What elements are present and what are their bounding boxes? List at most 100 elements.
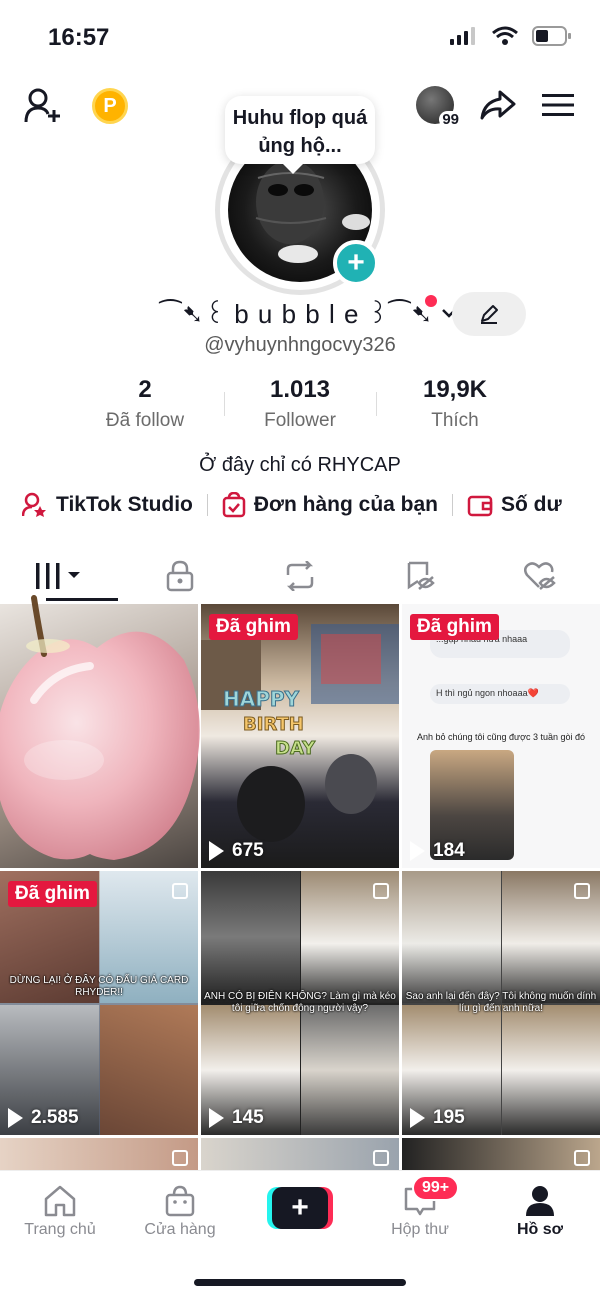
- nav-profile[interactable]: Hồ sơ: [485, 1181, 595, 1239]
- stat-label: Follower: [264, 410, 336, 431]
- view-count: 145: [209, 1107, 264, 1129]
- stat-label: Đã follow: [105, 410, 185, 431]
- nav-home[interactable]: Trang chủ: [5, 1181, 115, 1239]
- add-friend-icon[interactable]: [24, 88, 62, 124]
- video-caption: DỪNG LẠI! Ở ĐÂY CÓ ĐẤU GIÁ CARD RHYDER!!: [9, 975, 189, 998]
- view-count: 2.585: [8, 1107, 79, 1129]
- view-count: 184: [410, 840, 465, 862]
- stat-divider: [376, 392, 377, 416]
- nav-label: Cửa hàng: [144, 1221, 216, 1238]
- stat-value: 2: [138, 376, 152, 403]
- nav-label: Hộp thư: [391, 1221, 449, 1238]
- pinned-badge: Đã ghim: [209, 614, 298, 640]
- view-count: 195: [410, 1107, 465, 1129]
- note-bubble[interactable]: Huhu flop quá ủng hộ...: [225, 96, 375, 174]
- nav-shop[interactable]: Cửa hàng: [125, 1181, 235, 1239]
- stat-likes[interactable]: 19,9K Thích: [380, 376, 530, 432]
- video-still: [301, 1005, 399, 1135]
- stat-label: Thích: [431, 410, 479, 431]
- stat-divider: [224, 392, 225, 416]
- play-icon: [410, 841, 425, 861]
- multi-image-icon: [373, 883, 389, 899]
- share-icon[interactable]: [480, 90, 516, 120]
- home-indicator: [194, 1279, 406, 1286]
- view-count-value: 145: [232, 1107, 264, 1128]
- friends-avatar[interactable]: 99: [416, 86, 462, 128]
- menu-icon[interactable]: [542, 93, 574, 117]
- bookmark-hidden-icon: [407, 561, 435, 590]
- view-count-value: 675: [232, 840, 264, 861]
- divider: [206, 494, 208, 516]
- profile-stats: 2 Đã follow 1.013 Follower 19,9K Thích: [70, 376, 530, 432]
- video-caption: Sao anh lại đến đây? Tôi không muốn dính…: [405, 991, 597, 1014]
- studio-icon: [22, 492, 46, 517]
- video-thumbnail[interactable]: [0, 1138, 198, 1170]
- svg-text:DAY: DAY: [275, 738, 316, 759]
- svg-text:BIRTH: BIRTH: [243, 714, 304, 735]
- video-still: [100, 1005, 198, 1135]
- wifi-icon: [492, 26, 518, 45]
- video-thumbnail[interactable]: ANH CÓ BỊ ĐIÊN KHÔNG? Làm gì mà kéo tôi …: [201, 871, 399, 1135]
- shopping-bag-check-icon: [222, 492, 246, 518]
- tiktok-studio-link[interactable]: TikTok Studio: [22, 492, 193, 518]
- video-thumbnail[interactable]: HAPPY BIRTH DAY Đã ghim 675: [201, 604, 399, 868]
- video-still: [502, 1005, 600, 1135]
- tab-favorites[interactable]: [390, 552, 450, 600]
- stat-followers[interactable]: 1.013 Follower: [225, 376, 375, 432]
- video-caption: Anh bỏ chúng tôi cũng được 3 tuần gòi đó: [416, 732, 586, 742]
- view-count-value: 195: [433, 1107, 465, 1128]
- balance-link[interactable]: Số dư: [467, 493, 562, 517]
- link-label: TikTok Studio: [56, 493, 193, 516]
- pinned-badge: Đã ghim: [8, 881, 97, 907]
- stat-following[interactable]: 2 Đã follow: [70, 376, 220, 432]
- home-icon: [44, 1185, 76, 1217]
- bio: Ở đây chỉ có RHYCAP: [199, 454, 401, 476]
- svg-text:HAPPY: HAPPY: [223, 687, 300, 711]
- create-button[interactable]: +: [267, 1187, 333, 1229]
- multi-image-icon: [172, 883, 188, 899]
- divider: [452, 494, 453, 516]
- status-time: 16:57: [48, 24, 110, 51]
- video-thumbnail[interactable]: [201, 1138, 399, 1170]
- plus-icon: +: [272, 1187, 328, 1229]
- tab-reposts[interactable]: [270, 552, 330, 600]
- orders-link[interactable]: Đơn hàng của bạn: [222, 492, 438, 518]
- friends-count: 99: [439, 111, 462, 128]
- video-thumbnail[interactable]: Sao anh lại đến đây? Tôi không muốn dính…: [402, 871, 600, 1135]
- profile-links: TikTok Studio Đơn hàng của bạn Số dư: [22, 492, 562, 518]
- birthday-collage: HAPPY BIRTH DAY: [201, 624, 399, 842]
- notification-dot: [425, 295, 437, 307]
- link-label: Số dư: [501, 493, 562, 516]
- apple-sticker: [0, 595, 200, 860]
- pencil-icon: [481, 305, 498, 324]
- view-count-value: 184: [433, 840, 465, 861]
- play-icon: [410, 1108, 425, 1128]
- view-count: 675: [209, 840, 264, 862]
- tab-liked[interactable]: [510, 552, 570, 600]
- video-still: [402, 871, 501, 1003]
- multi-image-icon: [172, 1150, 188, 1166]
- video-caption: ANH CÓ BỊ ĐIÊN KHÔNG? Làm gì mà kéo tôi …: [204, 991, 396, 1014]
- stat-value: 19,9K: [422, 376, 488, 403]
- shopping-bag-icon: [165, 1185, 195, 1217]
- multi-image-icon: [373, 1150, 389, 1166]
- view-count-value: 2.585: [31, 1107, 79, 1128]
- inbox-badge: 99+: [412, 1175, 460, 1201]
- edit-profile-button[interactable]: [452, 292, 526, 336]
- stat-value: 1.013: [269, 376, 331, 403]
- video-thumbnail[interactable]: ...gặp nhau nữa nhaaa H thì ngủ ngon nho…: [402, 604, 600, 868]
- coin-icon[interactable]: P: [92, 88, 128, 124]
- pinned-badge: Đã ghim: [410, 614, 499, 640]
- add-story-button[interactable]: +: [333, 240, 379, 286]
- video-thumbnail[interactable]: [402, 1138, 600, 1170]
- lock-icon: [166, 560, 194, 592]
- nav-label: Trang chủ: [24, 1221, 96, 1238]
- display-name: ⁀➷꒰ b u b b l e ꒱⁀➷: [160, 299, 434, 329]
- video-thumbnail[interactable]: DỪNG LẠI! Ở ĐÂY CÓ ĐẤU GIÁ CARD RHYDER!!…: [0, 871, 198, 1135]
- wallet-icon: [467, 495, 493, 517]
- username: @vyhuynhngocvy326: [204, 334, 396, 356]
- video-still: [201, 871, 300, 1003]
- repost-icon: [286, 561, 314, 591]
- profile-icon: [526, 1186, 554, 1216]
- play-icon: [209, 841, 224, 861]
